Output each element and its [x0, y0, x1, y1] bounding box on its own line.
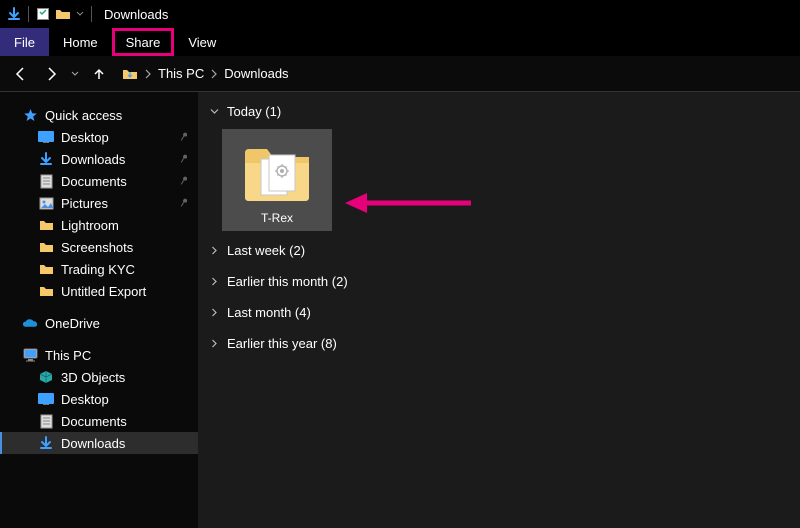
tab-view[interactable]: View — [174, 28, 230, 56]
ribbon-tabs: File Home Share View — [0, 28, 800, 56]
navbar: This PC Downloads — [0, 56, 800, 92]
group-header-label: Last month (4) — [227, 305, 311, 320]
sidebar-item-label: 3D Objects — [61, 370, 125, 385]
sidebar-item-label: Quick access — [45, 108, 122, 123]
sidebar-item-quick-access[interactable]: Quick access — [0, 104, 198, 126]
desktop-icon — [38, 129, 54, 145]
content-pane[interactable]: Today (1) T-Rex — [198, 92, 800, 528]
nav-forward-button[interactable] — [40, 63, 62, 85]
downloads-icon — [38, 151, 54, 167]
sidebar-item-untitled-export[interactable]: Untitled Export — [0, 280, 198, 302]
sidebar-item-pc-documents[interactable]: Documents — [0, 410, 198, 432]
titlebar-separator — [28, 6, 29, 22]
objects3d-icon — [38, 369, 54, 385]
window-title: Downloads — [104, 7, 168, 22]
sidebar-item-label: This PC — [45, 348, 91, 363]
new-folder-icon[interactable] — [55, 6, 71, 22]
sidebar-item-label: Lightroom — [61, 218, 119, 233]
sidebar-item-trading-kyc[interactable]: Trading KYC — [0, 258, 198, 280]
sidebar-item-pc-downloads[interactable]: Downloads — [0, 432, 198, 454]
sidebar-item-this-pc[interactable]: This PC — [0, 344, 198, 366]
sidebar-item-label: Desktop — [61, 392, 109, 407]
sidebar-item-label: Documents — [61, 414, 127, 429]
sidebar-group-this-pc: This PC 3D Objects Desktop Documents Dow… — [0, 344, 198, 454]
downloads-icon — [38, 435, 54, 451]
chevron-right-icon — [210, 246, 219, 255]
onedrive-icon — [22, 315, 38, 331]
chevron-right-icon — [210, 339, 219, 348]
sidebar-item-onedrive[interactable]: OneDrive — [0, 312, 198, 334]
theme-folder-icon — [239, 135, 315, 207]
body: Quick access Desktop Downloads Documents… — [0, 92, 800, 528]
star-icon — [22, 107, 38, 123]
sidebar-item-label: Pictures — [61, 196, 108, 211]
download-arrow-icon — [6, 6, 22, 22]
sidebar-group-onedrive: OneDrive — [0, 312, 198, 334]
group-header-last-month[interactable]: Last month (4) — [206, 301, 800, 324]
tab-share[interactable]: Share — [112, 28, 175, 56]
folder-item-label: T-Rex — [261, 211, 293, 225]
group-header-today[interactable]: Today (1) — [206, 100, 800, 123]
sidebar: Quick access Desktop Downloads Documents… — [0, 92, 198, 528]
group-header-label: Last week (2) — [227, 243, 305, 258]
chevron-right-icon[interactable] — [210, 69, 218, 79]
tab-file[interactable]: File — [0, 28, 49, 56]
titlebar-dropdown-icon[interactable] — [75, 6, 85, 22]
this-pc-icon — [22, 347, 38, 363]
sidebar-item-screenshots[interactable]: Screenshots — [0, 236, 198, 258]
sidebar-item-pc-desktop[interactable]: Desktop — [0, 388, 198, 410]
sidebar-item-label: Trading KYC — [61, 262, 135, 277]
group-header-label: Today (1) — [227, 104, 281, 119]
sidebar-item-label: Documents — [61, 174, 127, 189]
titlebar-separator — [91, 6, 92, 22]
sidebar-item-desktop[interactable]: Desktop — [0, 126, 198, 148]
group-header-earlier-month[interactable]: Earlier this month (2) — [206, 270, 800, 293]
nav-up-button[interactable] — [88, 63, 110, 85]
folder-icon — [38, 261, 54, 277]
pictures-icon — [38, 195, 54, 211]
chevron-down-icon — [210, 107, 219, 116]
tab-home[interactable]: Home — [49, 28, 112, 56]
chevron-right-icon — [210, 308, 219, 317]
chevron-right-icon — [210, 277, 219, 286]
titlebar: Downloads — [0, 0, 800, 28]
sidebar-item-label: Downloads — [61, 152, 125, 167]
sidebar-item-downloads[interactable]: Downloads — [0, 148, 198, 170]
sidebar-item-pictures[interactable]: Pictures — [0, 192, 198, 214]
documents-icon — [38, 173, 54, 189]
chevron-right-icon[interactable] — [144, 69, 152, 79]
breadcrumb-part[interactable]: This PC — [158, 66, 204, 81]
group-header-label: Earlier this year (8) — [227, 336, 337, 351]
sidebar-item-label: Desktop — [61, 130, 109, 145]
properties-icon[interactable] — [35, 6, 51, 22]
group-header-earlier-year[interactable]: Earlier this year (8) — [206, 332, 800, 355]
folder-icon — [38, 217, 54, 233]
desktop-icon — [38, 391, 54, 407]
sidebar-item-documents[interactable]: Documents — [0, 170, 198, 192]
group-header-last-week[interactable]: Last week (2) — [206, 239, 800, 262]
folder-icon — [38, 283, 54, 299]
breadcrumb-part[interactable]: Downloads — [224, 66, 288, 81]
sidebar-item-label: Downloads — [61, 436, 125, 451]
download-folder-icon — [122, 66, 138, 82]
sidebar-item-3d-objects[interactable]: 3D Objects — [0, 366, 198, 388]
documents-icon — [38, 413, 54, 429]
sidebar-item-lightroom[interactable]: Lightroom — [0, 214, 198, 236]
sidebar-item-label: Screenshots — [61, 240, 133, 255]
sidebar-item-label: OneDrive — [45, 316, 100, 331]
folder-item-t-rex[interactable]: T-Rex — [222, 129, 332, 231]
item-grid: T-Rex — [206, 123, 800, 239]
sidebar-item-label: Untitled Export — [61, 284, 146, 299]
nav-history-dropdown[interactable] — [70, 70, 80, 78]
group-header-label: Earlier this month (2) — [227, 274, 348, 289]
address-bar[interactable]: This PC Downloads — [122, 66, 790, 82]
sidebar-group-quick-access: Quick access Desktop Downloads Documents… — [0, 104, 198, 302]
nav-back-button[interactable] — [10, 63, 32, 85]
folder-icon — [38, 239, 54, 255]
